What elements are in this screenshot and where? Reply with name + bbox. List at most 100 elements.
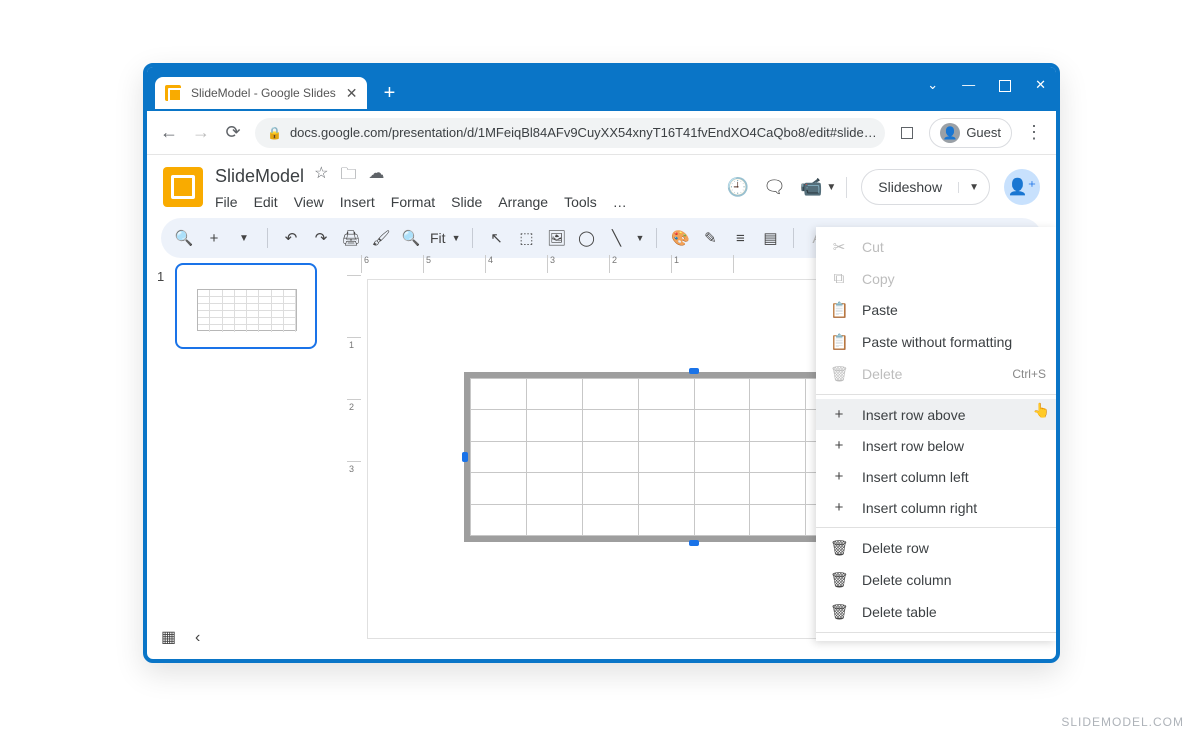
context-menu-delete-table[interactable]: 🗑Delete table bbox=[816, 596, 1056, 628]
slideshow-dropdown-icon[interactable]: ▼ bbox=[958, 182, 989, 193]
menu-more[interactable]: … bbox=[613, 194, 627, 210]
menu-slide[interactable]: Slide bbox=[451, 194, 482, 210]
zoom-level[interactable]: Fit ▼ bbox=[430, 230, 460, 246]
context-menu-insert-column-left[interactable]: + Insert column left bbox=[816, 461, 1056, 492]
ruler-vertical: 123 bbox=[347, 275, 361, 663]
nav-reload-icon[interactable]: ⟳ bbox=[223, 122, 243, 143]
slides-logo-icon[interactable] bbox=[163, 167, 203, 207]
menu-item-label: Copy bbox=[862, 271, 895, 287]
menu-item-icon: 📋 bbox=[830, 301, 848, 319]
history-icon[interactable]: 🕘 bbox=[727, 177, 749, 198]
window-dropdown-icon[interactable]: ⌄ bbox=[927, 77, 938, 93]
context-menu-divider bbox=[816, 632, 1056, 633]
zoom-icon[interactable]: 🔍 bbox=[400, 229, 422, 247]
shape-icon[interactable]: ◯ bbox=[575, 229, 597, 247]
context-menu-divider bbox=[816, 394, 1056, 395]
tab-close-icon[interactable]: ✕ bbox=[346, 85, 358, 102]
menu-item-label: Cut bbox=[862, 239, 884, 255]
menu-item-icon: + bbox=[830, 499, 848, 516]
slide-thumbnail[interactable] bbox=[175, 263, 317, 349]
menu-item-label: Paste without formatting bbox=[862, 334, 1012, 350]
context-menu-paste[interactable]: 📋 Paste bbox=[816, 294, 1056, 326]
chevron-down-icon[interactable]: ▼ bbox=[826, 182, 836, 193]
context-menu-paste-without-formatting[interactable]: 📋Paste without formatting bbox=[816, 326, 1056, 358]
context-menu-insert-row-above[interactable]: +Insert row above👆 bbox=[816, 399, 1056, 430]
menu-item-label: Insert row below bbox=[862, 438, 964, 454]
nav-back-icon[interactable]: ← bbox=[159, 122, 179, 143]
grid-view-icon[interactable]: ▦ bbox=[161, 627, 176, 647]
move-icon[interactable]: 🗀 bbox=[340, 163, 356, 190]
window-close-icon[interactable]: ✕ bbox=[1035, 77, 1046, 93]
context-menu-delete-column[interactable]: 🗑Delete column bbox=[816, 564, 1056, 596]
slide-number: 1 bbox=[157, 269, 164, 284]
canvas-area: 654321 123 bbox=[347, 255, 1056, 659]
search-icon[interactable]: 🔍 bbox=[173, 229, 195, 247]
window-minimize-icon[interactable]: — bbox=[962, 77, 975, 93]
menu-arrange[interactable]: Arrange bbox=[498, 194, 548, 210]
chevron-down-icon[interactable]: ▼ bbox=[233, 233, 255, 244]
doc-title[interactable]: SlideModel bbox=[215, 166, 304, 187]
browser-menu-icon[interactable]: ⋮ bbox=[1024, 122, 1044, 143]
comment-icon[interactable]: 🗨 bbox=[763, 177, 786, 198]
fill-color-icon[interactable]: 🎨 bbox=[669, 229, 691, 247]
resize-handle-bottom[interactable] bbox=[689, 540, 699, 546]
reader-icon[interactable] bbox=[897, 122, 917, 143]
border-weight-icon[interactable]: ≡ bbox=[729, 230, 751, 247]
watermark: SLIDEMODEL.COM bbox=[1061, 715, 1184, 729]
menu-item-label: Paste bbox=[862, 302, 898, 318]
menu-item-icon: + bbox=[830, 468, 848, 485]
thumb-table-icon bbox=[197, 289, 297, 331]
present-cam-icon[interactable]: 📹 bbox=[800, 177, 822, 198]
menu-item-label: Insert column left bbox=[862, 469, 969, 485]
menu-format[interactable]: Format bbox=[391, 194, 435, 210]
undo-icon[interactable]: ↶ bbox=[280, 229, 302, 247]
select-icon[interactable]: ↖ bbox=[485, 229, 507, 247]
zoom-label: Fit bbox=[430, 230, 446, 246]
lock-icon: 🔒 bbox=[267, 126, 282, 140]
app-header: SlideModel ☆ 🗀 ☁ File Edit View Insert F… bbox=[147, 155, 1056, 210]
avatar-icon: 👤 bbox=[940, 123, 960, 143]
menu-item-shortcut: Ctrl+S bbox=[1012, 367, 1046, 381]
border-color-icon[interactable]: ✎ bbox=[699, 229, 721, 247]
cloud-icon[interactable]: ☁ bbox=[368, 163, 384, 190]
border-dash-icon[interactable]: ▤ bbox=[759, 229, 781, 247]
context-menu-divider bbox=[816, 527, 1056, 528]
menu-insert[interactable]: Insert bbox=[340, 194, 375, 210]
menu-edit[interactable]: Edit bbox=[254, 194, 278, 210]
nav-forward-icon[interactable]: → bbox=[191, 122, 211, 143]
address-bar: ← → ⟳ 🔒 docs.google.com/presentation/d/1… bbox=[147, 111, 1056, 155]
paint-format-icon[interactable]: 🖌 bbox=[370, 229, 392, 247]
slides-favicon-icon bbox=[165, 85, 181, 101]
slideshow-button[interactable]: Slideshow ▼ bbox=[861, 169, 990, 205]
textbox-icon[interactable]: ⬚ bbox=[515, 229, 537, 247]
profile-pill[interactable]: 👤 Guest bbox=[929, 118, 1012, 148]
chevron-down-icon[interactable]: ▼ bbox=[635, 233, 644, 243]
menu-item-label: Delete bbox=[862, 366, 902, 382]
image-icon[interactable]: 🖼 bbox=[545, 229, 567, 247]
share-button[interactable]: 👤⁺ bbox=[1004, 169, 1040, 205]
menu-view[interactable]: View bbox=[294, 194, 324, 210]
menu-item-icon: + bbox=[830, 437, 848, 454]
menu-tools[interactable]: Tools bbox=[564, 194, 597, 210]
context-menu-delete: 🗑DeleteCtrl+S bbox=[816, 358, 1056, 390]
resize-handle-top[interactable] bbox=[689, 368, 699, 374]
line-icon[interactable]: ╲ bbox=[605, 229, 627, 247]
menu-item-label: Insert row above bbox=[862, 407, 966, 423]
print-icon[interactable]: 🖨 bbox=[340, 229, 362, 247]
menu-item-icon: 🗑 bbox=[830, 571, 848, 589]
redo-icon[interactable]: ↷ bbox=[310, 229, 332, 247]
context-menu-insert-row-below[interactable]: + Insert row below bbox=[816, 430, 1056, 461]
url-field[interactable]: 🔒 docs.google.com/presentation/d/1MFeiqB… bbox=[255, 118, 885, 148]
new-slide-icon[interactable]: + bbox=[203, 230, 225, 247]
resize-handle-left[interactable] bbox=[462, 452, 468, 462]
context-menu-insert-column-right[interactable]: +Insert column right bbox=[816, 492, 1056, 523]
star-icon[interactable]: ☆ bbox=[314, 163, 328, 190]
new-tab-button[interactable]: + bbox=[375, 79, 403, 107]
window-maximize-icon[interactable] bbox=[999, 77, 1011, 93]
browser-window: SlideModel - Google Slides ✕ + ⌄ — ✕ ← →… bbox=[143, 63, 1060, 663]
menu-item-icon: ✂ bbox=[830, 238, 848, 256]
browser-tab[interactable]: SlideModel - Google Slides ✕ bbox=[155, 77, 367, 109]
menu-file[interactable]: File bbox=[215, 194, 238, 210]
context-menu-delete-row[interactable]: 🗑Delete row bbox=[816, 532, 1056, 564]
collapse-panel-icon[interactable]: ‹ bbox=[195, 629, 200, 647]
